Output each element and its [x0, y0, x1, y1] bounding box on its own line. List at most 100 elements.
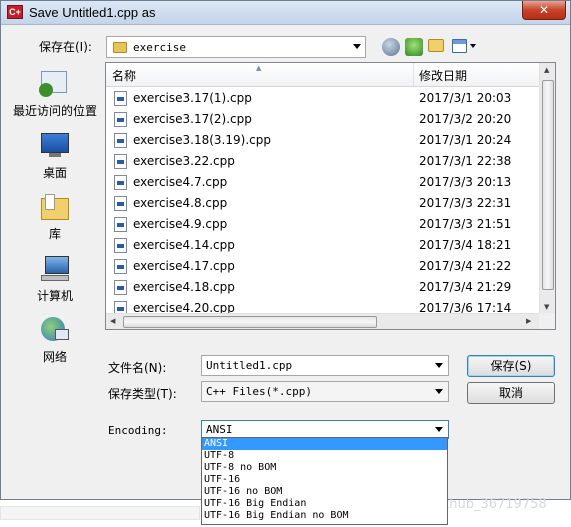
place-libraries[interactable]: 库 — [7, 192, 103, 242]
cpp-file-icon — [114, 217, 127, 232]
cancel-button[interactable]: 取消 — [467, 382, 555, 404]
file-row[interactable]: exercise3.17(2).cpp 2017/3/2 20:20 — [106, 109, 540, 130]
view-menu-icon[interactable] — [452, 39, 467, 53]
file-row[interactable]: exercise4.18.cpp 2017/3/4 21:29 — [106, 277, 540, 298]
scroll-down-icon[interactable]: ▼ — [544, 303, 549, 311]
save-button[interactable]: 保存(S) — [467, 355, 555, 377]
file-name: exercise4.9.cpp — [133, 217, 228, 231]
place-label: 计算机 — [36, 289, 73, 303]
encoding-option[interactable]: UTF-8 — [202, 450, 447, 462]
window-title: Save Untitled1.cpp as — [29, 5, 156, 20]
up-folder-icon[interactable] — [405, 38, 423, 56]
file-name: exercise4.7.cpp — [133, 175, 228, 189]
scroll-right-icon[interactable]: ▶ — [526, 317, 531, 325]
place-network[interactable]: 网络 — [7, 315, 103, 365]
filetype-label: 保存类型(T): — [108, 387, 177, 401]
file-rows: exercise3.17(1).cpp 2017/3/1 20:03 exercis… — [106, 88, 540, 329]
new-folder-icon[interactable] — [428, 39, 444, 52]
cpp-file-icon — [114, 280, 127, 295]
chevron-down-icon[interactable] — [435, 427, 443, 432]
file-date: 2017/3/4 18:21 — [419, 238, 512, 252]
list-header: 名称 ▲ 修改日期 — [106, 63, 540, 87]
sort-ascending-icon: ▲ — [256, 64, 262, 72]
back-icon[interactable] — [382, 38, 400, 56]
chevron-down-icon — [353, 44, 361, 49]
place-label: 最近访问的位置 — [12, 104, 97, 118]
file-row[interactable]: exercise3.17(1).cpp 2017/3/1 20:03 — [106, 88, 540, 109]
encoding-option[interactable]: UTF-8 no BOM — [202, 462, 447, 474]
column-header-name[interactable]: 名称 — [112, 67, 136, 84]
look-in-combo[interactable]: exercise — [106, 36, 366, 58]
place-label: 网络 — [42, 350, 67, 364]
scroll-left-icon[interactable]: ◀ — [110, 317, 115, 325]
libraries-icon — [39, 192, 71, 222]
file-row[interactable]: exercise4.7.cpp 2017/3/3 20:13 — [106, 172, 540, 193]
horizontal-scrollbar[interactable]: ◀ ▶ — [106, 313, 540, 329]
file-row[interactable]: exercise4.14.cpp 2017/3/4 18:21 — [106, 235, 540, 256]
place-desktop[interactable]: 桌面 — [7, 131, 103, 181]
computer-icon — [39, 254, 71, 284]
recent-places-icon — [39, 69, 71, 99]
file-name: exercise4.14.cpp — [133, 238, 235, 252]
place-label: 桌面 — [42, 166, 67, 180]
filename-input[interactable]: Untitled1.cpp — [201, 355, 449, 376]
file-name: exercise3.18(3.19).cpp — [133, 133, 271, 147]
cpp-file-icon — [114, 196, 127, 211]
file-row[interactable]: exercise4.9.cpp 2017/3/3 21:51 — [106, 214, 540, 235]
cpp-file-icon — [114, 175, 127, 190]
save-dialog: C+ Save Untitled1.cpp as ✕ 保存在(I): exerc… — [0, 0, 571, 500]
file-name: exercise4.8.cpp — [133, 196, 228, 210]
chevron-down-icon[interactable] — [435, 363, 443, 368]
file-date: 2017/3/3 21:51 — [419, 217, 512, 231]
file-name: exercise3.22.cpp — [133, 154, 235, 168]
encoding-value: ANSI — [206, 423, 233, 436]
filename-label: 文件名(N): — [108, 361, 167, 375]
close-button[interactable]: ✕ — [522, 1, 566, 20]
vertical-scrollbar[interactable]: ▲ ▼ — [539, 63, 555, 314]
file-date: 2017/3/1 20:03 — [419, 91, 512, 105]
file-date: 2017/3/1 22:38 — [419, 154, 512, 168]
place-recent[interactable]: 最近访问的位置 — [7, 69, 103, 119]
look-in-value: exercise — [133, 41, 186, 54]
view-menu-chevron-icon[interactable] — [470, 44, 476, 48]
file-date: 2017/3/3 20:13 — [419, 175, 512, 189]
file-list[interactable]: 名称 ▲ 修改日期 exercise3.17(1).cpp 2017/3/1 20… — [105, 62, 556, 330]
vertical-scroll-thumb[interactable] — [542, 80, 554, 290]
file-date: 2017/3/4 21:22 — [419, 259, 512, 273]
encoding-option[interactable]: UTF-16 Big Endian no BOM — [202, 510, 447, 522]
file-row[interactable]: exercise3.18(3.19).cpp 2017/3/1 20:24 — [106, 130, 540, 151]
file-name: exercise3.17(2).cpp — [133, 112, 252, 126]
place-label: 库 — [48, 227, 61, 241]
encoding-option[interactable]: ANSI — [202, 438, 447, 450]
horizontal-scroll-thumb[interactable] — [123, 316, 377, 328]
title-bar[interactable]: C+ Save Untitled1.cpp as ✕ — [1, 1, 570, 25]
encoding-dropdown-list[interactable]: ANSI UTF-8 UTF-8 no BOM UTF-16 UTF-16 no BOM… — [201, 437, 448, 525]
cpp-file-icon — [114, 238, 127, 253]
scroll-corner — [539, 313, 555, 329]
cpp-file-icon — [114, 259, 127, 274]
file-row[interactable]: exercise4.17.cpp 2017/3/4 21:22 — [106, 256, 540, 277]
file-date: 2017/3/3 22:31 — [419, 196, 512, 210]
encoding-option[interactable]: UTF-16 Big Endian — [202, 498, 447, 510]
file-name: exercise4.17.cpp — [133, 259, 235, 273]
file-date: 2017/3/2 20:20 — [419, 112, 512, 126]
file-name: exercise4.18.cpp — [133, 280, 235, 294]
file-row[interactable]: exercise3.22.cpp 2017/3/1 22:38 — [106, 151, 540, 172]
cpp-file-icon — [114, 154, 127, 169]
file-date: 2017/3/1 20:24 — [419, 133, 512, 147]
encoding-option[interactable]: UTF-16 — [202, 474, 447, 486]
scroll-up-icon[interactable]: ▲ — [544, 66, 549, 74]
encoding-option[interactable]: UTF-16 no BOM — [202, 486, 447, 498]
place-computer[interactable]: 计算机 — [7, 254, 103, 304]
encoding-label: Encoding: — [108, 424, 168, 437]
chevron-down-icon[interactable] — [435, 389, 443, 394]
cpp-file-icon — [114, 112, 127, 127]
filetype-select[interactable]: C++ Files(*.cpp) — [201, 381, 449, 402]
file-row[interactable]: exercise4.8.cpp 2017/3/3 22:31 — [106, 193, 540, 214]
folder-icon — [113, 42, 127, 53]
file-name: exercise3.17(1).cpp — [133, 91, 252, 105]
filetype-value: C++ Files(*.cpp) — [206, 385, 312, 398]
column-separator — [413, 63, 414, 87]
cpp-file-icon — [114, 91, 127, 106]
column-header-date[interactable]: 修改日期 — [419, 67, 467, 84]
